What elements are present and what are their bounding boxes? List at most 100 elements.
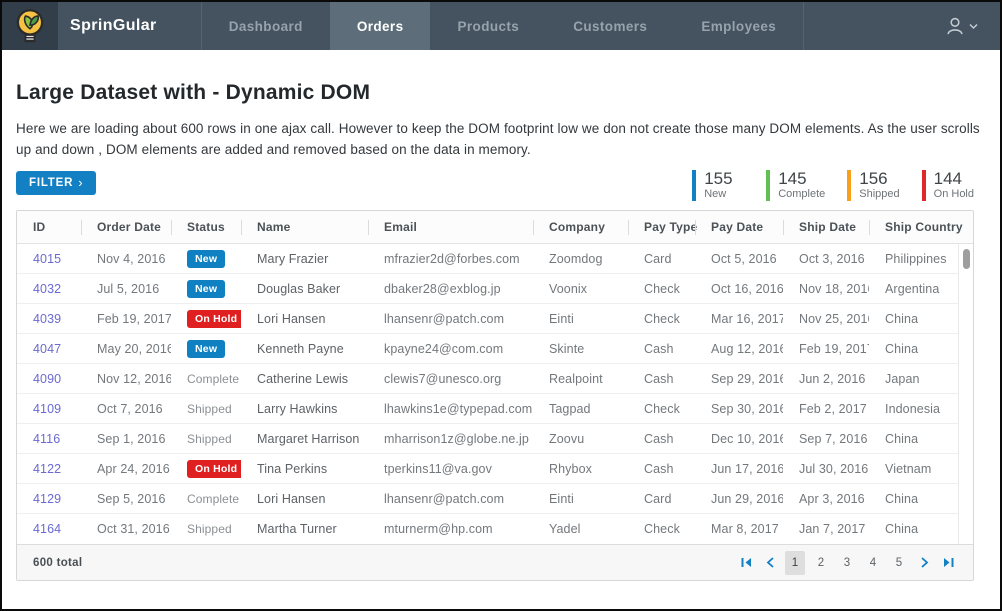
nav-tab-orders[interactable]: Orders [330,2,431,50]
first-page-button[interactable] [737,552,755,574]
cell-ship-country: China [869,492,958,506]
cell-pay-date: Dec 10, 2016 [695,432,783,446]
cell-email: mfrazier2d@forbes.com [368,252,533,266]
cell-company: Voonix [533,282,628,296]
table-row: 4164Oct 31, 2016ShippedMartha Turnermtur… [17,514,958,544]
stat-new: 155New [692,170,744,201]
cell-status: Complete [171,492,241,506]
status-badge: New [187,280,225,298]
status-badge: Complete [187,492,239,506]
cell-ship-date: Jun 2, 2016 [783,372,869,386]
order-id-link[interactable]: 4116 [33,432,60,446]
page-description: Here we are loading about 600 rows in on… [16,118,986,160]
cell-id: 4047 [17,342,81,356]
cell-pay-date: Jun 29, 2016 [695,492,783,506]
order-id-link[interactable]: 4039 [33,312,61,326]
order-id-link[interactable]: 4122 [33,462,61,476]
orders-table-panel: IDOrder DateStatusNameEmailCompanyPay Ty… [16,210,974,581]
nav-tab-employees[interactable]: Employees [674,2,803,50]
next-page-button[interactable] [915,552,933,574]
scrollbar-thumb[interactable] [963,249,970,269]
nav-tab-customers[interactable]: Customers [546,2,674,50]
cell-order-date: Nov 4, 2016 [81,252,171,266]
column-header-ship-country[interactable]: Ship Country [869,211,973,244]
page-number-3[interactable]: 3 [837,551,857,575]
lightbulb-leaf-logo-icon [12,7,48,45]
order-id-link[interactable]: 4015 [33,252,61,266]
brand-logo[interactable] [2,2,58,50]
table-scrollbar[interactable] [958,244,973,544]
cell-pay-date: Aug 12, 2016 [695,342,783,356]
status-badge: On Hold [187,460,241,478]
cell-status: New [171,250,241,268]
cell-pay-date: Jun 17, 2016 [695,462,783,476]
column-header-email[interactable]: Email [368,211,533,244]
cell-pay-date: Mar 8, 2017 [695,522,783,536]
filter-button[interactable]: FILTER › [16,171,96,195]
status-summary: 155New145Complete156Shipped144On Hold [692,170,974,201]
cell-name: Tina Perkins [241,462,368,476]
nav-tab-dashboard[interactable]: Dashboard [202,2,330,50]
cell-pay-type: Check [628,522,695,536]
order-id-link[interactable]: 4109 [33,402,61,416]
prev-page-button[interactable] [761,552,779,574]
nav-tab-label: Orders [357,19,404,34]
status-badge: Complete [187,372,239,386]
cell-ship-date: Feb 2, 2017 [783,402,869,416]
cell-ship-country: Japan [869,372,958,386]
page-number-2[interactable]: 2 [811,551,831,575]
status-badge: New [187,250,225,268]
cell-id: 4109 [17,402,81,416]
column-header-name[interactable]: Name [241,211,368,244]
nav-tab-products[interactable]: Products [430,2,546,50]
column-header-id[interactable]: ID [17,211,81,244]
status-badge: Shipped [187,402,232,416]
column-header-company[interactable]: Company [533,211,628,244]
table-body: 4015Nov 4, 2016NewMary Fraziermfrazier2d… [17,244,958,544]
brand-name[interactable]: SprinGular [58,2,201,50]
page-number-4[interactable]: 4 [863,551,883,575]
last-page-button[interactable] [939,552,957,574]
cell-id: 4116 [17,432,81,446]
column-header-pay-type[interactable]: Pay Type [628,211,695,244]
cell-company: Yadel [533,522,628,536]
cell-name: Larry Hawkins [241,402,368,416]
table-row: 4090Nov 12, 2016CompleteCatherine Lewisc… [17,364,958,394]
cell-ship-date: Feb 19, 2017 [783,342,869,356]
cell-status: New [171,340,241,358]
user-menu[interactable] [923,2,1000,50]
table-row: 4032Jul 5, 2016NewDouglas Bakerdbaker28@… [17,274,958,304]
cell-ship-country: Philippines [869,252,958,266]
cell-order-date: Oct 7, 2016 [81,402,171,416]
cell-pay-type: Card [628,492,695,506]
order-id-link[interactable]: 4164 [33,522,61,536]
table-row: 4047May 20, 2016NewKenneth Paynekpayne24… [17,334,958,364]
table-row: 4015Nov 4, 2016NewMary Fraziermfrazier2d… [17,244,958,274]
table-row: 4039Feb 19, 2017On HoldLori Hansenlhanse… [17,304,958,334]
cell-name: Catherine Lewis [241,372,368,386]
stat-label: Complete [778,188,825,201]
cell-pay-type: Cash [628,462,695,476]
cell-order-date: Apr 24, 2016 [81,462,171,476]
order-id-link[interactable]: 4129 [33,492,61,506]
cell-id: 4122 [17,462,81,476]
page-number-1[interactable]: 1 [785,551,805,575]
cell-ship-date: Oct 3, 2016 [783,252,869,266]
column-header-status[interactable]: Status [171,211,241,244]
order-id-link[interactable]: 4090 [33,372,61,386]
cell-name: Lori Hansen [241,492,368,506]
stat-complete: 145Complete [766,170,825,201]
column-header-pay-date[interactable]: Pay Date [695,211,783,244]
chevron-right-icon: › [78,178,83,188]
column-header-ship-date[interactable]: Ship Date [783,211,869,244]
cell-company: Realpoint [533,372,628,386]
cell-company: Skinte [533,342,628,356]
cell-email: dbaker28@exblog.jp [368,282,533,296]
column-header-order-date[interactable]: Order Date [81,211,171,244]
order-id-link[interactable]: 4032 [33,282,61,296]
cell-ship-country: Vietnam [869,462,958,476]
toolbar: FILTER › 155New145Complete156Shipped144O… [16,170,974,201]
order-id-link[interactable]: 4047 [33,342,61,356]
page-number-5[interactable]: 5 [889,551,909,575]
cell-name: Douglas Baker [241,282,368,296]
